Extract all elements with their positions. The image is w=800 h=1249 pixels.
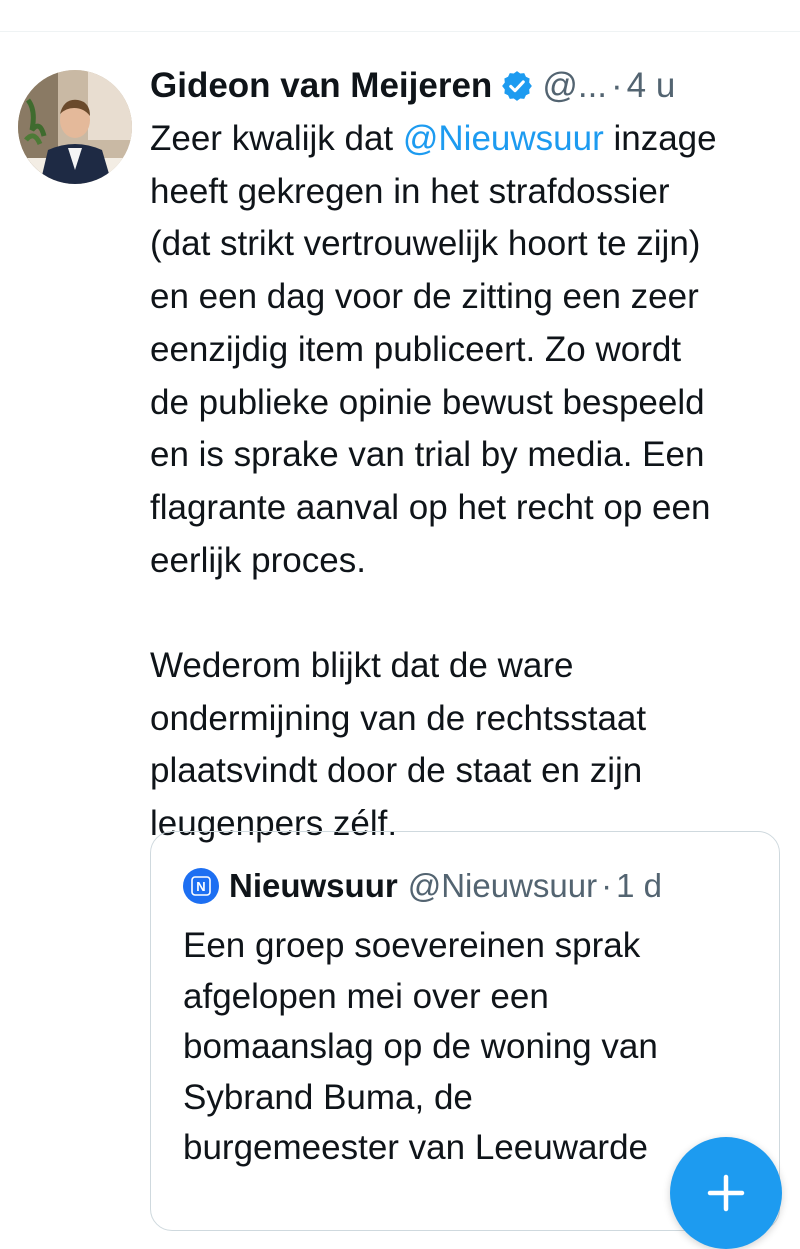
quoted-tweet-text: Een groep soevereinen sprak afgelopen me… [183, 926, 658, 1167]
tweet-text: Zeer kwalijk dat @Nieuwsuur inzage heeft… [150, 113, 790, 851]
verified-badge-icon [500, 69, 534, 103]
quoted-tweet-header: N Nieuwsuur @Nieuwsuur · 1 d [183, 864, 662, 908]
tweet-header: Gideon van Meijeren @... · 4 u [150, 62, 675, 110]
header-separator: · [611, 66, 623, 105]
tweet[interactable]: Gideon van Meijeren @... · 4 u Zeer kwal… [0, 0, 800, 1249]
compose-button[interactable] [670, 1137, 782, 1249]
quoted-timestamp[interactable]: 1 d [616, 867, 662, 905]
quoted-avatar[interactable]: N [183, 868, 219, 904]
tweet-timestamp[interactable]: 4 u [627, 64, 676, 108]
plus-icon [707, 1174, 745, 1212]
quoted-header-separator: · [601, 867, 613, 904]
quoted-author-name[interactable]: Nieuwsuur [229, 867, 398, 905]
quoted-author-handle[interactable]: @Nieuwsuur [408, 867, 597, 905]
author-handle[interactable]: @... [542, 64, 607, 108]
nieuwsuur-logo-icon: N [191, 876, 211, 896]
quoted-avatar-letter: N [196, 879, 205, 894]
tweet-text-start: Zeer kwalijk dat [150, 119, 403, 158]
avatar[interactable] [18, 70, 132, 184]
tweet-text-rest: inzage heeft gekregen in het strafdossie… [150, 119, 717, 844]
mention-link[interactable]: @Nieuwsuur [403, 119, 604, 158]
author-name[interactable]: Gideon van Meijeren [150, 64, 492, 108]
